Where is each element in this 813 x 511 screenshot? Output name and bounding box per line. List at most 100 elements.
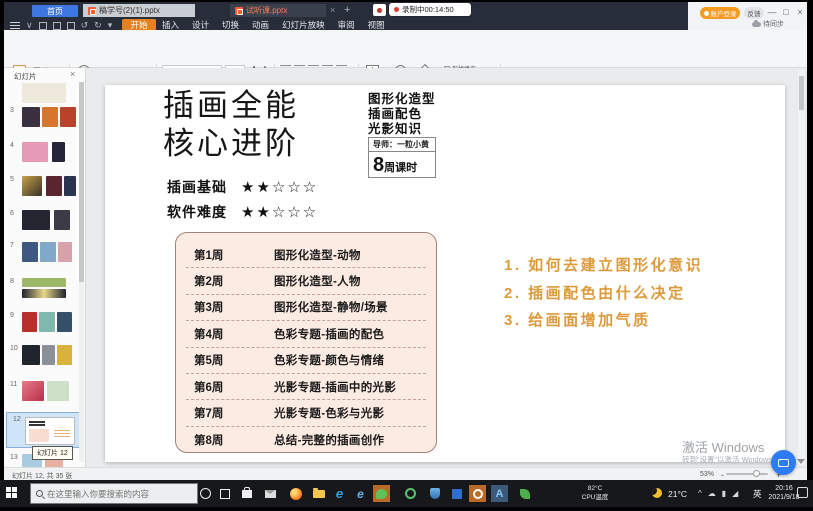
save-icon[interactable] bbox=[39, 22, 47, 30]
slide-canvas[interactable]: 插画全能 核心进阶 图形化造型 插画配色 光影知识 导师：一粒小黄 8 周课时 … bbox=[105, 85, 785, 462]
cpu-temp-widget[interactable]: 82°C CPU温度 bbox=[575, 484, 615, 502]
vertical-scrollbar[interactable] bbox=[798, 70, 805, 465]
slide-thumbnail[interactable]: 11 bbox=[4, 379, 82, 409]
taskbar-app-icon[interactable] bbox=[448, 485, 465, 502]
new-tab-button[interactable]: + bbox=[344, 5, 350, 16]
slides-panel: 幻灯片 × 3 4 5 6 7 bbox=[4, 68, 86, 467]
weather-temp[interactable]: 21°C bbox=[668, 489, 687, 499]
rating-label: 插画基础 bbox=[167, 177, 227, 197]
sync-status[interactable]: 待同步 bbox=[752, 19, 784, 29]
panel-close-icon[interactable]: × bbox=[70, 69, 75, 79]
slide-thumbnail[interactable]: 3 bbox=[4, 105, 82, 135]
sync-label: 待同步 bbox=[763, 19, 784, 29]
slide-number: 11 bbox=[10, 381, 17, 388]
slide-thumbnail[interactable]: 8 bbox=[4, 276, 82, 306]
slide-number: 12 bbox=[13, 416, 21, 423]
schedule-table[interactable]: 第1周图形化造型-动物 第2周图形化造型-人物 第3周图形化造型-静物/场景 第… bbox=[175, 232, 437, 453]
account-login-button[interactable]: 账户登录 bbox=[700, 7, 740, 19]
wechat-icon[interactable] bbox=[373, 485, 390, 502]
rating-stars: ★★☆☆☆ bbox=[241, 203, 318, 221]
tray-network-icon[interactable]: ◢ bbox=[732, 489, 738, 498]
home-tab-button[interactable]: 首页 bbox=[32, 5, 78, 17]
topic-cell: 总结-完整的插画创作 bbox=[274, 432, 384, 448]
minimize-button[interactable]: — bbox=[766, 6, 778, 18]
system-tray[interactable]: ^ ☁ ▮ ◢ bbox=[698, 489, 738, 498]
note-line: 2. 插画配色由什么决定 bbox=[504, 280, 703, 308]
tab-label: 稿学号(2)(1).pptx bbox=[99, 5, 160, 16]
print-icon[interactable] bbox=[67, 22, 75, 30]
help-chat-button[interactable] bbox=[771, 450, 796, 475]
note-line: 1. 如何去建立图形化意识 bbox=[504, 252, 703, 280]
vertical-scrollbar-thumb[interactable] bbox=[799, 76, 804, 110]
tray-volume-icon[interactable]: ▮ bbox=[722, 489, 726, 498]
slide-title-textbox[interactable]: 插画全能 核心进阶 bbox=[163, 87, 299, 163]
weather-moon-icon[interactable] bbox=[652, 488, 662, 498]
taskbar-app-icon[interactable] bbox=[402, 485, 419, 502]
slide-thumbnail[interactable]: 7 bbox=[4, 240, 82, 270]
tray-cloud-icon[interactable]: ☁ bbox=[708, 489, 716, 498]
notification-center-icon[interactable] bbox=[797, 487, 808, 498]
week-cell: 第8周 bbox=[186, 432, 274, 448]
table-row: 第6周光影专题-插画中的光影 bbox=[186, 374, 426, 400]
slide-thumbnail-selected[interactable]: 12 bbox=[6, 412, 80, 448]
slide-thumbnail[interactable]: 10 bbox=[4, 343, 82, 373]
taskbar-app-icon[interactable] bbox=[469, 485, 486, 502]
zoom-out-button[interactable]: - bbox=[721, 470, 724, 480]
table-row: 第8周总结-完整的插画创作 bbox=[186, 427, 426, 453]
rating-row[interactable]: 软件难度 ★★☆☆☆ bbox=[167, 202, 318, 222]
store-icon[interactable] bbox=[238, 485, 255, 502]
topics-textbox[interactable]: 图形化造型 插画配色 光影知识 bbox=[368, 92, 436, 137]
slide-number: 4 bbox=[10, 142, 14, 149]
taskbar-search[interactable] bbox=[30, 483, 198, 504]
slide-number: 7 bbox=[10, 242, 14, 249]
desktop: 首页 稿学号(2)(1).pptx 试听课.pptx × + 录制中00:14:… bbox=[0, 0, 813, 511]
slide-thumbnail[interactable]: 5 bbox=[4, 174, 82, 204]
duration-box[interactable]: 8 周课时 bbox=[368, 151, 436, 178]
slide-thumbnail[interactable] bbox=[4, 81, 82, 97]
tray-chevron-icon[interactable]: ^ bbox=[698, 489, 702, 498]
slide-number: 9 bbox=[10, 312, 14, 319]
document-tab-1[interactable]: 稿学号(2)(1).pptx bbox=[83, 4, 195, 17]
zoom-slider-track[interactable] bbox=[726, 473, 768, 475]
slide-thumbnail[interactable]: 4 bbox=[4, 140, 82, 170]
document-tab-2-active[interactable]: 试听课.pptx bbox=[230, 4, 326, 17]
task-view-icon[interactable] bbox=[216, 485, 233, 502]
taskbar-app-icon[interactable]: A bbox=[491, 485, 508, 502]
activate-windows-subtext: 转到“设置”以激活 Windows。 bbox=[682, 454, 780, 465]
recording-mic-icon[interactable] bbox=[373, 4, 386, 16]
next-slide-chevron-icon[interactable] bbox=[797, 459, 805, 464]
feedback-button[interactable]: 反馈 bbox=[744, 7, 764, 19]
internet-explorer-icon[interactable]: e bbox=[352, 485, 369, 502]
hamburger-menu-icon[interactable] bbox=[10, 22, 20, 29]
slide-thumbnail[interactable]: 6 bbox=[4, 208, 82, 238]
sidebar-scrollbar-thumb[interactable] bbox=[79, 82, 84, 282]
zoom-slider-knob[interactable] bbox=[753, 470, 760, 477]
start-button[interactable] bbox=[6, 487, 17, 498]
title-line-1: 插画全能 bbox=[163, 87, 299, 125]
edge-icon[interactable]: e bbox=[331, 485, 348, 502]
taskbar-app-icon[interactable] bbox=[516, 485, 533, 502]
ribbon-toolbar: 粘贴 剪切 复制 格式刷 剪贴板 从当前开始 新建幻灯片 版式 重置 幻灯片 A… bbox=[4, 30, 807, 68]
slide-number: 13 bbox=[10, 454, 18, 461]
mail-icon[interactable] bbox=[262, 485, 279, 502]
titlebar: 首页 稿学号(2)(1).pptx 试听课.pptx × + 录制中00:14:… bbox=[4, 2, 688, 30]
tab-close-icon[interactable]: × bbox=[330, 6, 335, 15]
rating-row[interactable]: 插画基础 ★★☆☆☆ bbox=[167, 177, 318, 197]
close-button[interactable]: × bbox=[794, 6, 806, 18]
new-doc-icon[interactable] bbox=[53, 22, 61, 30]
tutor-box[interactable]: 导师：一粒小黄 bbox=[368, 137, 436, 152]
recording-indicator[interactable]: 录制中00:14:50 bbox=[389, 3, 471, 16]
wps-doc-icon bbox=[88, 7, 96, 15]
slide-thumbnail[interactable]: 9 bbox=[4, 310, 82, 340]
firefox-icon[interactable] bbox=[287, 485, 304, 502]
maximize-button[interactable]: □ bbox=[780, 6, 792, 18]
search-input[interactable] bbox=[47, 489, 192, 499]
cloud-sync-icon bbox=[752, 22, 761, 27]
file-explorer-icon[interactable] bbox=[310, 485, 327, 502]
input-language-indicator[interactable]: 英 bbox=[753, 488, 762, 500]
cortana-icon[interactable] bbox=[197, 485, 214, 502]
handwritten-notes-textbox[interactable]: 1. 如何去建立图形化意识 2. 插画配色由什么决定 3. 给画面增加气质 bbox=[504, 252, 703, 335]
security-shield-icon[interactable] bbox=[426, 485, 443, 502]
slide-number: 3 bbox=[10, 107, 14, 114]
topic-line: 图形化造型 bbox=[368, 92, 436, 107]
